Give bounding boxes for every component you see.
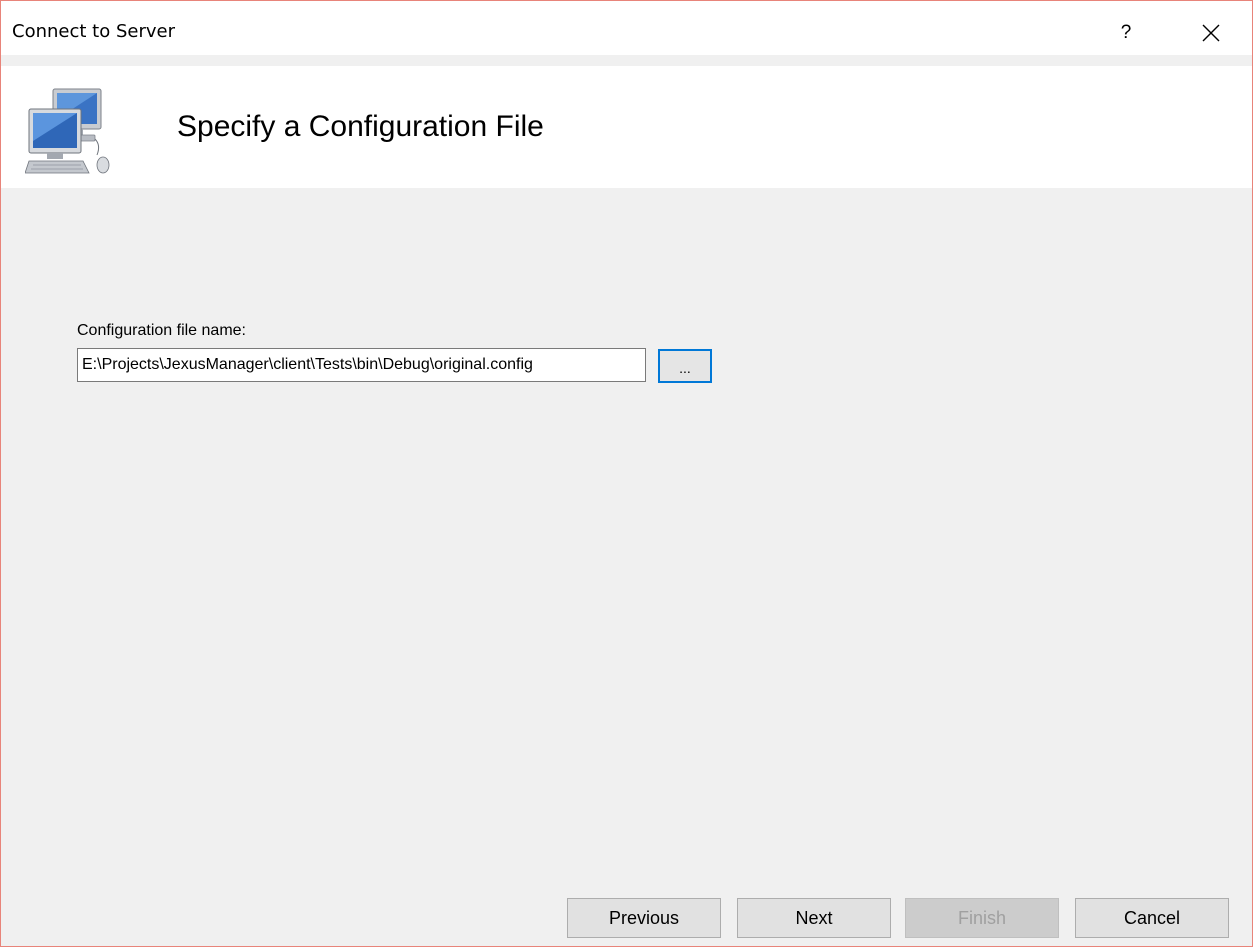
help-button[interactable]: ? (1106, 13, 1146, 53)
title-bar: Connect to Server ? (1, 1, 1252, 55)
config-file-path-input[interactable] (77, 348, 646, 382)
page-title: Specify a Configuration File (177, 110, 544, 143)
finish-button[interactable]: Finish (905, 898, 1059, 938)
network-computers-icon (25, 88, 110, 174)
close-icon (1202, 24, 1220, 42)
connect-to-server-dialog: Connect to Server ? Specify a Configurat… (0, 0, 1253, 947)
browse-button[interactable]: ... (658, 349, 712, 383)
previous-button[interactable]: Previous (567, 898, 721, 938)
header-banner: Specify a Configuration File (1, 66, 1252, 188)
window-title: Connect to Server (12, 21, 175, 42)
cancel-button[interactable]: Cancel (1075, 898, 1229, 938)
config-file-label: Configuration file name: (77, 322, 246, 339)
next-button[interactable]: Next (737, 898, 891, 938)
close-button[interactable] (1191, 13, 1231, 53)
